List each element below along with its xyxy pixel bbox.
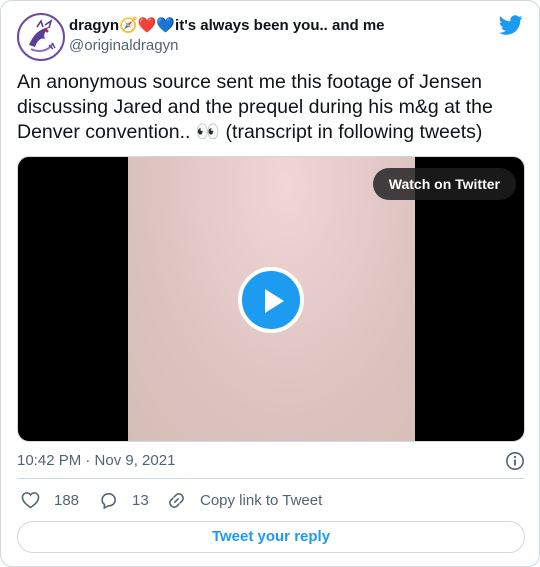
watch-on-twitter-button[interactable]: Watch on Twitter	[372, 168, 516, 200]
reply-action[interactable]: 13	[99, 489, 149, 511]
like-action[interactable]: 188	[21, 489, 79, 511]
reply-count: 13	[132, 491, 149, 509]
video-player[interactable]: Watch on Twitter	[17, 156, 525, 442]
avatar[interactable]	[17, 13, 65, 61]
tweet-your-reply-button[interactable]: Tweet your reply	[17, 521, 525, 553]
tweet-header: dragyn🧭❤️💙it's always been you.. and me …	[17, 13, 523, 61]
tweet-meta: 10:42 PM · Nov 9, 2021	[17, 452, 525, 472]
divider	[17, 478, 525, 479]
handle[interactable]: @originaldragyn	[69, 37, 385, 54]
heart-icon	[21, 492, 40, 509]
display-name[interactable]: dragyn🧭❤️💙it's always been you.. and me	[69, 16, 385, 34]
dragon-avatar-icon	[20, 16, 62, 58]
timestamp[interactable]: 10:42 PM · Nov 9, 2021	[17, 452, 175, 469]
like-count: 188	[54, 491, 80, 509]
tweet-card: dragyn🧭❤️💙it's always been you.. and me …	[0, 0, 540, 567]
play-icon	[265, 289, 284, 313]
reply-bubble-icon	[101, 492, 116, 509]
twitter-bird-icon[interactable]	[499, 13, 523, 37]
author-names: dragyn🧭❤️💙it's always been you.. and me …	[69, 16, 385, 54]
info-icon[interactable]	[505, 451, 525, 471]
copy-link-label: Copy link to Tweet	[200, 491, 323, 509]
tweet-text: An anonymous source sent me this footage…	[17, 71, 493, 143]
link-icon	[169, 492, 184, 508]
copy-link-action[interactable]: Copy link to Tweet	[167, 489, 322, 511]
play-button[interactable]	[238, 267, 304, 333]
